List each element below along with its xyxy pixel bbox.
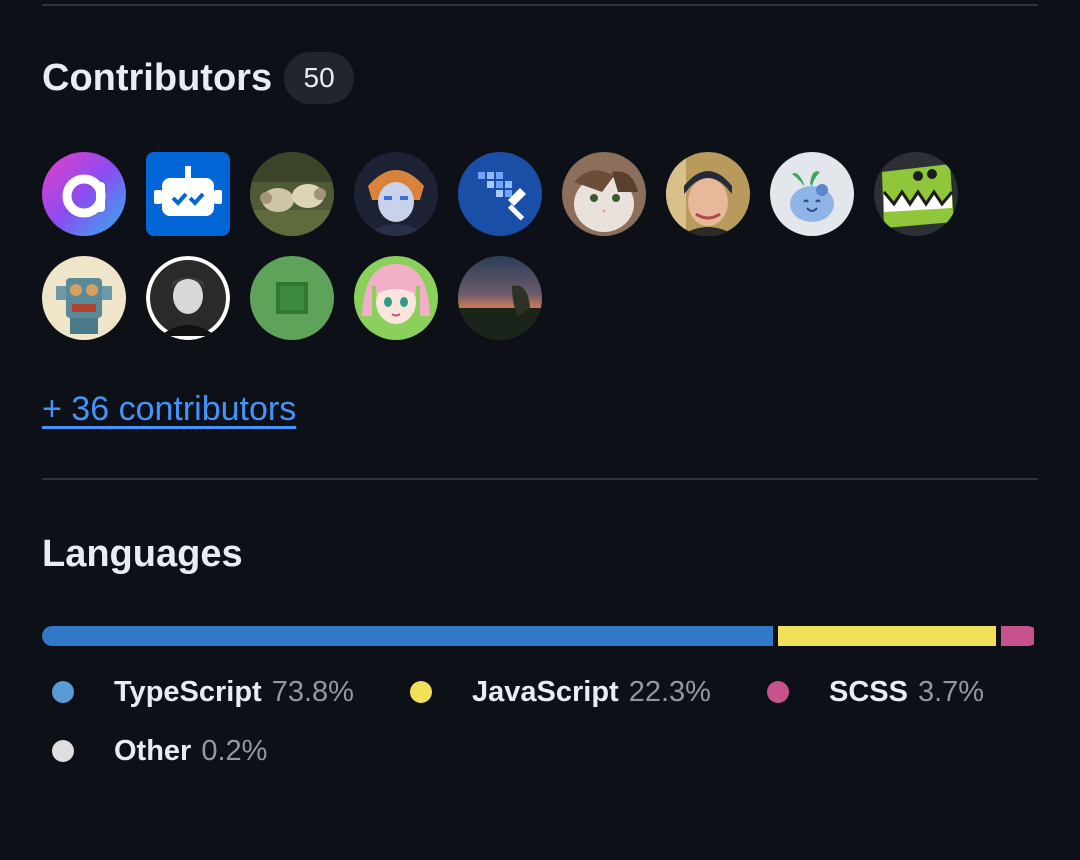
lang-legend-other[interactable]: Other 0.2% — [52, 731, 267, 771]
avatar-robot-toy[interactable] — [42, 256, 126, 340]
lang-percent: 3.7% — [917, 675, 985, 708]
avatar-bot[interactable] — [146, 152, 230, 236]
gradient-logo-icon — [42, 152, 126, 236]
languages-title: Languages — [42, 533, 243, 575]
lang-dot-typescript — [52, 681, 74, 703]
contributors-header: Contributors 50 — [42, 52, 355, 104]
repo-sidebar: Contributors 50 + 36 contributors Langua… — [0, 0, 1080, 860]
section-divider — [42, 478, 1038, 480]
avatar-man-beanie[interactable] — [666, 152, 750, 236]
lang-name: TypeScript — [114, 675, 262, 708]
languages-bar — [42, 626, 1038, 646]
lang-legend-typescript[interactable]: TypeScript 73.8% — [52, 672, 354, 712]
avatar-anime-boy[interactable] — [354, 152, 438, 236]
avatar-blue-blob[interactable] — [770, 152, 854, 236]
anime-boy-icon — [354, 152, 438, 236]
avatar-green-square[interactable] — [250, 256, 334, 340]
avatar-anime-girl[interactable] — [354, 256, 438, 340]
lang-bar-segment-javascript[interactable] — [778, 626, 997, 646]
green-monster-icon — [874, 152, 958, 236]
lang-legend-scss[interactable]: SCSS 3.7% — [767, 672, 984, 712]
paint-roller-icon — [458, 152, 542, 236]
more-contributors-link[interactable]: + 36 contributors — [42, 386, 296, 432]
top-divider — [42, 4, 1038, 6]
lang-dot-other — [52, 740, 74, 762]
lang-name: JavaScript — [472, 675, 619, 708]
lang-percent: 22.3% — [628, 675, 711, 708]
green-square-icon — [250, 256, 334, 340]
avatar-sheep[interactable] — [250, 152, 334, 236]
cat-photo-icon — [562, 152, 646, 236]
anime-girl-icon — [354, 256, 438, 340]
man-beanie-photo-icon — [666, 152, 750, 236]
contributors-title[interactable]: Contributors — [42, 52, 272, 104]
blue-blob-icon — [770, 152, 854, 236]
avatar-gradient-logo[interactable] — [42, 152, 126, 236]
bot-icon — [146, 152, 230, 236]
lang-bar-segment-scss[interactable] — [1001, 626, 1034, 646]
avatar-sunset[interactable] — [458, 256, 542, 340]
man-bw-photo-icon — [146, 256, 230, 340]
lang-percent: 0.2% — [201, 734, 268, 767]
sunset-photo-icon — [458, 256, 542, 340]
sheep-photo-icon — [250, 152, 334, 236]
avatar-cat[interactable] — [562, 152, 646, 236]
contributors-count-badge: 50 — [284, 52, 355, 104]
lang-percent: 73.8% — [271, 675, 354, 708]
avatar-green-monster[interactable] — [874, 152, 958, 236]
lang-dot-scss — [767, 681, 789, 703]
avatar-paint-roller[interactable] — [458, 152, 542, 236]
lang-name: SCSS — [829, 675, 908, 708]
lang-legend-javascript[interactable]: JavaScript 22.3% — [410, 672, 711, 712]
lang-bar-segment-typescript[interactable] — [42, 626, 774, 646]
lang-dot-javascript — [410, 681, 432, 703]
lang-name: Other — [114, 734, 192, 767]
avatar-man-bw[interactable] — [146, 256, 230, 340]
robot-toy-icon — [42, 256, 126, 340]
